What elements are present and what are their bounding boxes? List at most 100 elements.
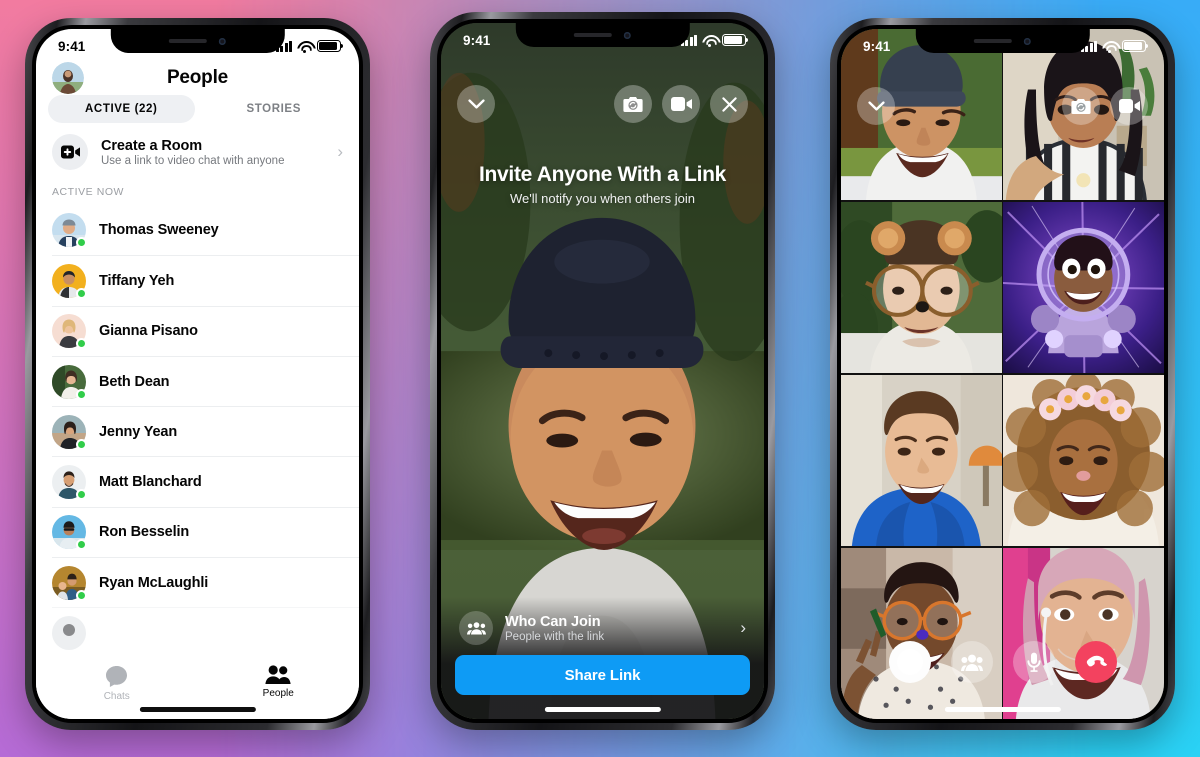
phone1-screen: 9:41 People ACTIVE (22) STORIES Create a… xyxy=(36,29,359,719)
avatar xyxy=(52,515,87,551)
phone3-bezel: 9:41 xyxy=(837,25,1168,723)
phone-group-call: 9:41 xyxy=(830,18,1175,730)
switch-camera-button[interactable] xyxy=(614,85,652,123)
contact-name: Matt Blanchard xyxy=(99,474,202,491)
front-camera-icon xyxy=(624,31,631,39)
tab-people[interactable]: People xyxy=(198,664,360,699)
close-x-icon xyxy=(721,96,737,112)
camera-flip-icon xyxy=(1071,98,1091,114)
battery-icon xyxy=(722,34,749,46)
call-top-right-controls xyxy=(614,85,748,123)
home-indicator[interactable] xyxy=(139,707,256,712)
online-dot xyxy=(76,489,87,501)
contact-name: Thomas Sweeney xyxy=(99,222,219,239)
list-item[interactable]: Tiffany Yeh xyxy=(52,255,359,305)
participants-grid xyxy=(841,29,1164,719)
list-item[interactable]: Matt Blanchard xyxy=(52,456,359,506)
participant-tile[interactable] xyxy=(841,374,1002,547)
avatar xyxy=(52,616,86,651)
chevron-right-icon: › xyxy=(740,618,746,637)
status-time: 9:41 xyxy=(463,32,491,48)
list-item[interactable]: Beth Dean xyxy=(52,355,359,406)
people-icon xyxy=(960,654,983,671)
toggle-video-button[interactable] xyxy=(1110,87,1148,125)
list-item[interactable]: Gianna Pisano xyxy=(52,305,359,356)
avatar xyxy=(52,465,87,501)
switch-camera-button[interactable] xyxy=(1062,87,1100,125)
end-call-icon xyxy=(1086,655,1107,667)
invite-message: Invite Anyone With a Link We'll notify y… xyxy=(441,163,764,206)
create-room-row[interactable]: Create a Room Use a link to video chat w… xyxy=(36,123,359,183)
home-indicator[interactable] xyxy=(944,707,1061,712)
people-icon xyxy=(265,665,291,684)
who-can-join-title: Who Can Join xyxy=(505,613,601,630)
microphone-icon xyxy=(1026,652,1041,672)
tab-stories[interactable]: STORIES xyxy=(201,95,348,123)
earpiece-speaker xyxy=(574,33,612,37)
chevron-down-icon xyxy=(467,98,485,109)
close-button[interactable] xyxy=(710,85,748,123)
list-item[interactable] xyxy=(52,607,359,657)
list-item[interactable]: Thomas Sweeney xyxy=(52,205,359,255)
phone3-screen: 9:41 xyxy=(841,29,1164,719)
phone1-notch xyxy=(110,29,285,53)
status-time: 9:41 xyxy=(58,38,86,54)
tab-people-label: People xyxy=(262,688,294,699)
call-top-controls xyxy=(841,87,1164,125)
participant-tile[interactable] xyxy=(841,201,1002,374)
participant-tile[interactable] xyxy=(1003,547,1164,719)
avatar xyxy=(52,364,87,400)
contact-name: Jenny Yean xyxy=(99,423,178,440)
online-dot xyxy=(76,438,87,450)
phone-people-list: 9:41 People ACTIVE (22) STORIES Create a… xyxy=(25,18,370,730)
list-item[interactable]: Jenny Yean xyxy=(52,406,359,456)
invite-bottom-panel: Who Can Join People with the link › Shar… xyxy=(441,597,764,719)
phone1-bezel: 9:41 People ACTIVE (22) STORIES Create a… xyxy=(32,25,363,723)
mute-button[interactable] xyxy=(1012,641,1055,683)
contact-name: Beth Dean xyxy=(99,373,170,390)
participant-tile[interactable] xyxy=(841,547,1002,719)
end-call-button[interactable] xyxy=(1074,641,1117,683)
list-item[interactable]: Ryan McLaughli xyxy=(52,557,359,607)
call-bottom-controls xyxy=(841,641,1164,683)
page-title: People xyxy=(166,67,229,88)
call-top-right-controls xyxy=(1062,87,1148,125)
share-link-button[interactable]: Share Link xyxy=(455,655,750,695)
phone2-notch xyxy=(515,23,690,47)
participants-button[interactable] xyxy=(950,641,993,683)
phone-room-invite: 9:41 Invite Anyone With a Link We'll not… xyxy=(430,12,775,730)
chevron-right-icon: › xyxy=(337,142,343,161)
avatar xyxy=(52,263,87,299)
who-can-join-subtitle: People with the link xyxy=(505,630,605,643)
earpiece-speaker xyxy=(169,39,207,43)
status-indicators xyxy=(680,34,749,47)
participant-tile[interactable] xyxy=(1003,201,1164,374)
toggle-video-button[interactable] xyxy=(662,85,700,123)
battery-icon xyxy=(317,40,344,52)
tab-chats-label: Chats xyxy=(103,691,130,702)
video-camera-icon xyxy=(670,97,692,111)
active-now-label: ACTIVE NOW xyxy=(52,186,125,198)
tab-active[interactable]: ACTIVE (22) xyxy=(48,95,195,123)
contacts-list: Thomas Sweeney Tiffany Yeh Gianna Pisano… xyxy=(36,205,359,658)
minimize-button[interactable] xyxy=(457,85,495,123)
home-indicator[interactable] xyxy=(544,707,661,712)
effects-button[interactable] xyxy=(888,641,931,683)
group-people-icon xyxy=(459,611,493,645)
phone3-notch xyxy=(915,29,1090,53)
tab-chats[interactable]: Chats xyxy=(36,664,198,702)
participant-tile[interactable] xyxy=(1003,374,1164,547)
who-can-join-row[interactable]: Who Can Join People with the link › xyxy=(455,607,750,655)
call-top-controls xyxy=(441,85,764,123)
minimize-button[interactable] xyxy=(857,87,895,125)
effects-circle-icon xyxy=(896,649,923,675)
invite-subhead: We'll notify you when others join xyxy=(509,191,696,206)
contact-name: Gianna Pisano xyxy=(99,323,198,340)
list-item[interactable]: Ron Besselin xyxy=(52,506,359,557)
invite-headline: Invite Anyone With a Link xyxy=(478,163,727,186)
contact-name: Ron Besselin xyxy=(99,524,190,541)
create-room-subtitle: Use a link to video chat with anyone xyxy=(101,154,285,167)
video-plus-icon xyxy=(52,134,88,170)
screenshot-stage: 9:41 People ACTIVE (22) STORIES Create a… xyxy=(0,0,1200,757)
front-camera-icon xyxy=(1024,37,1031,45)
